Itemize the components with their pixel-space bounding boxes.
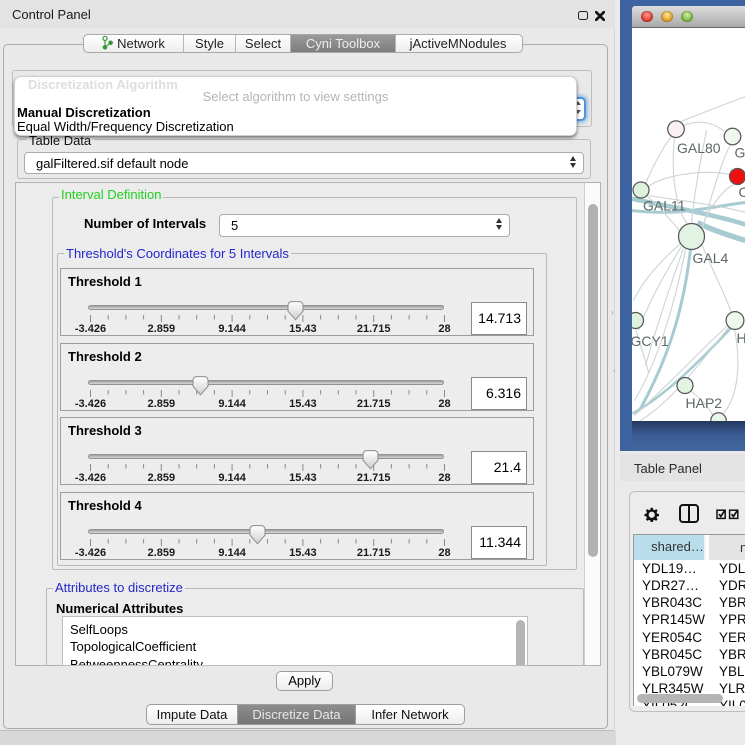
svg-text:HIS4: HIS4	[736, 330, 745, 346]
svg-text:GAL11: GAL11	[643, 197, 686, 213]
svg-text:GAL80: GAL80	[677, 140, 721, 156]
svg-text:C: C	[738, 184, 745, 200]
svg-text:GAL4: GAL4	[692, 250, 728, 266]
svg-text:GAL3: GAL3	[734, 144, 745, 160]
svg-text:HAP2: HAP2	[685, 395, 722, 411]
svg-text:GCY1: GCY1	[632, 333, 669, 349]
